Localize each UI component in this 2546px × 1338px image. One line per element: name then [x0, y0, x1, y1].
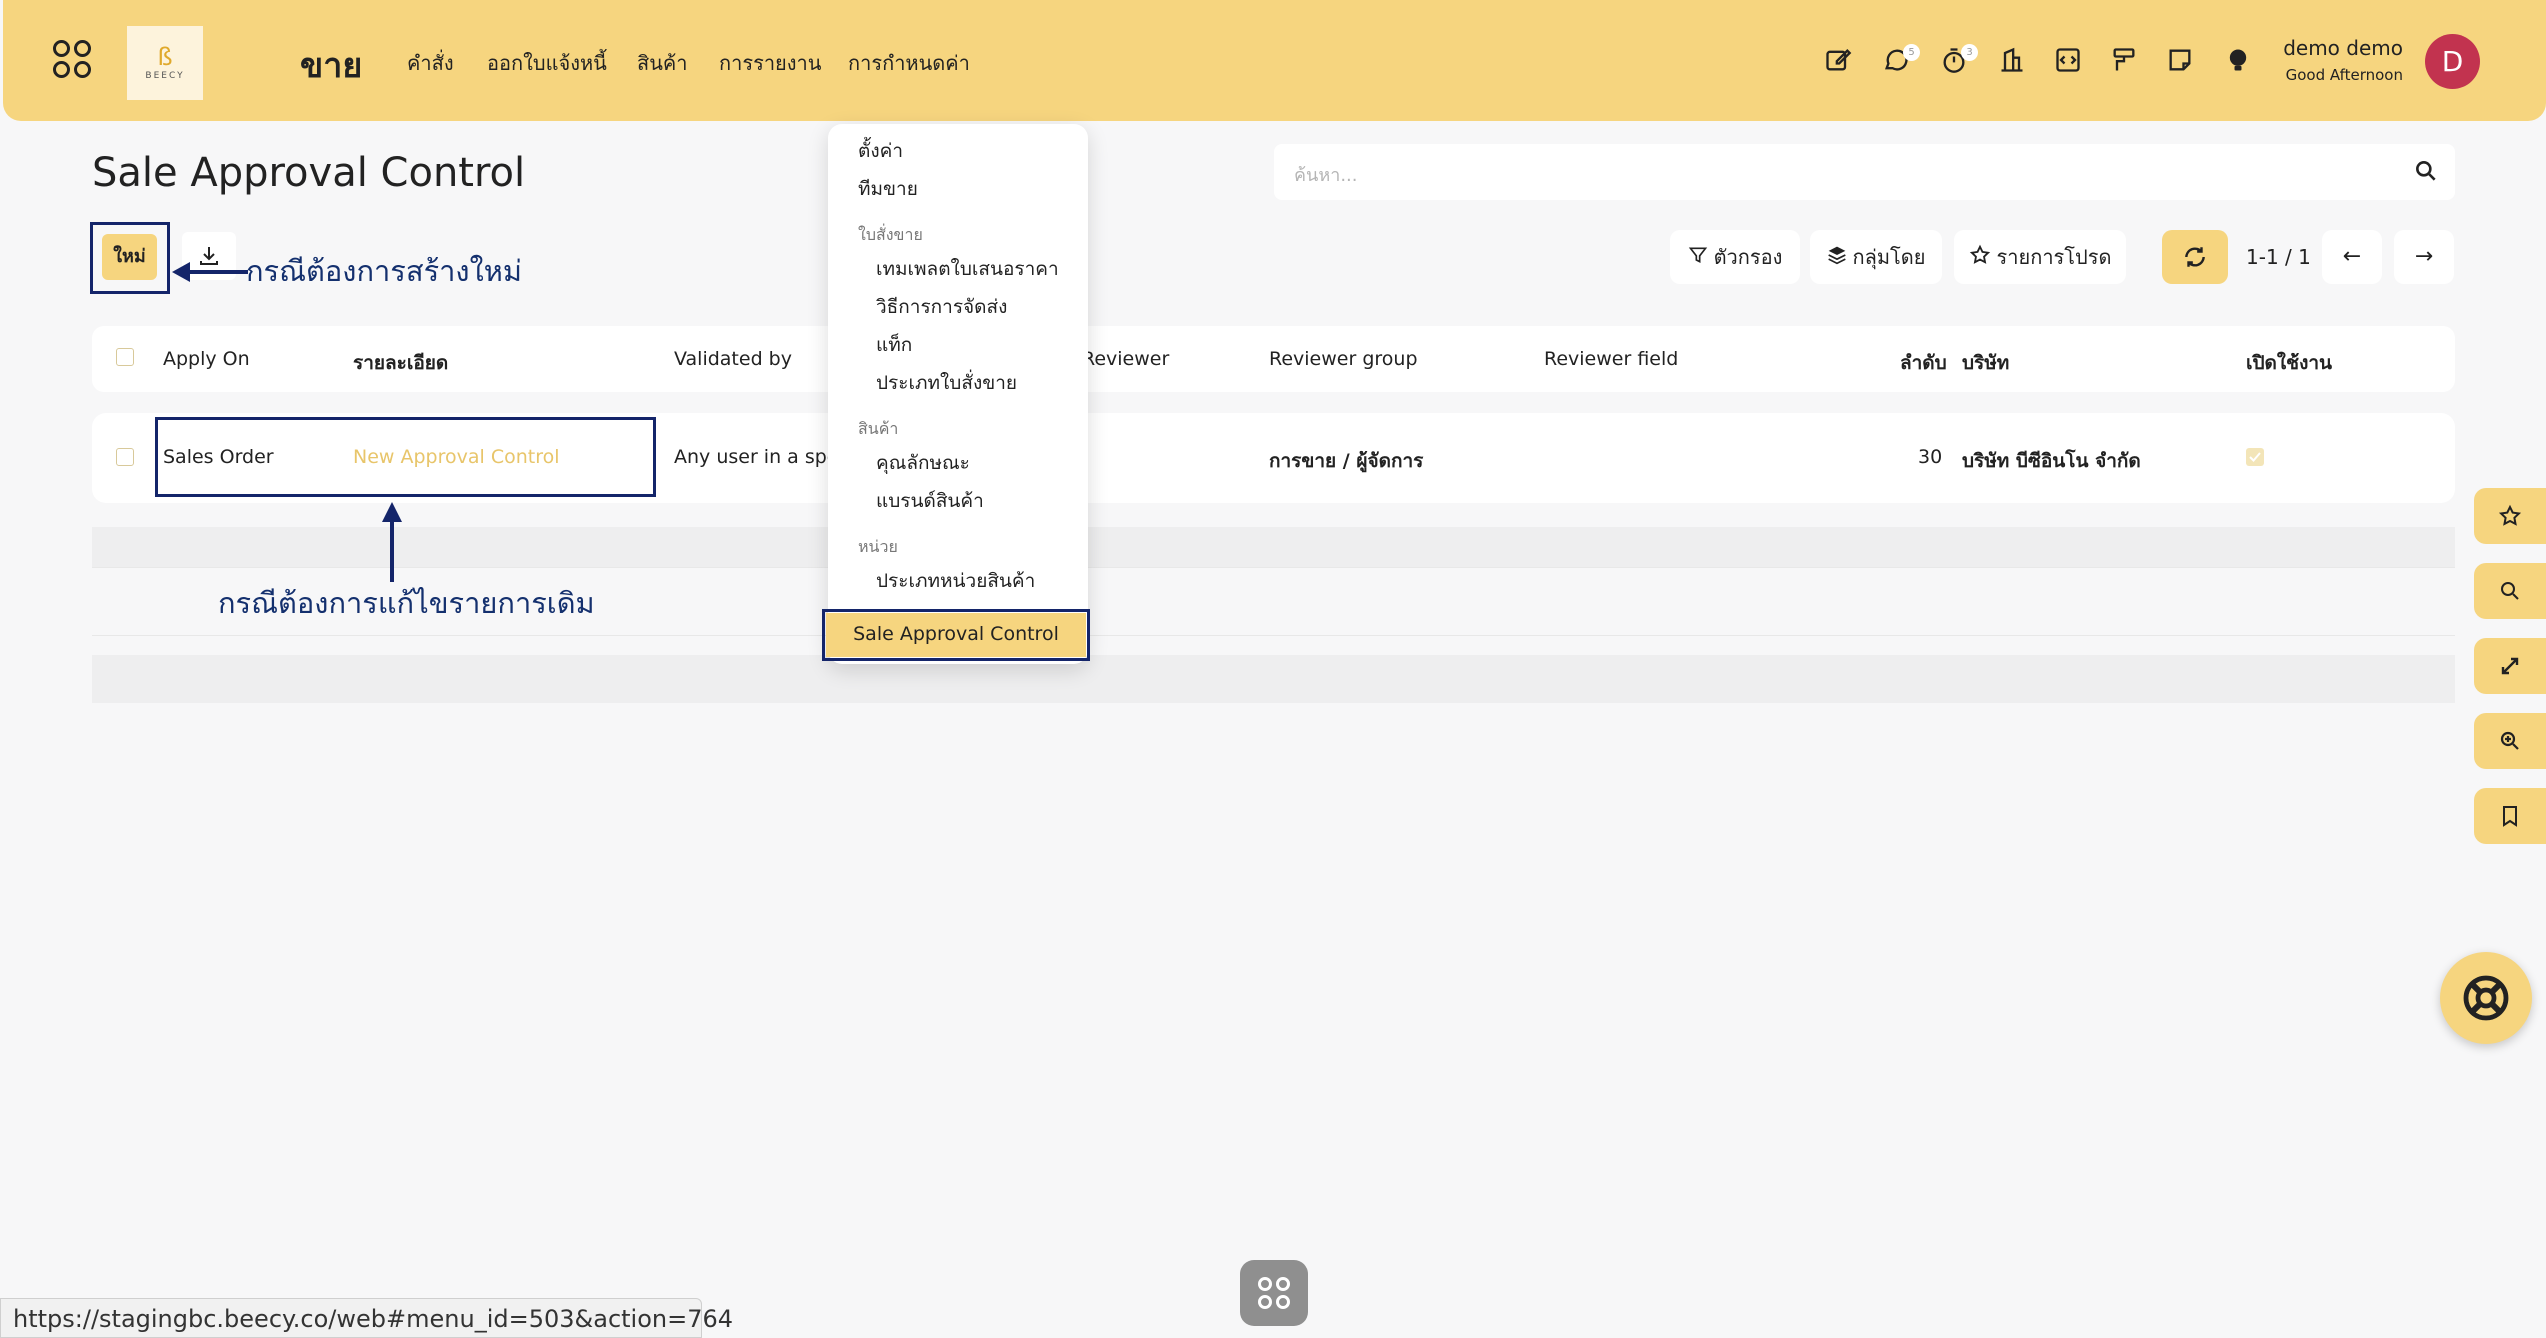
checkmark-icon: [2249, 452, 2261, 462]
pager-value[interactable]: 1-1 / 1: [2246, 245, 2311, 269]
avatar[interactable]: D: [2425, 34, 2480, 89]
empty-row: [92, 527, 2455, 567]
search-icon: [2501, 582, 2519, 600]
table-header: Apply On รายละเอียด Validated by Reviewe…: [92, 326, 2455, 392]
annotation-edit-existing: กรณีต้องการแก้ไขรายการเดิม: [218, 586, 595, 620]
next-page-button[interactable]: →: [2394, 230, 2454, 284]
dropdown-item-uom-categories[interactable]: ประเภทหน่วยสินค้า: [876, 566, 1035, 596]
logo-mark: ß: [157, 43, 173, 71]
zoom-in-icon: [2500, 731, 2519, 750]
search-input[interactable]: ค้นหา...: [1294, 160, 1357, 189]
col-reviewer-field[interactable]: Reviewer field: [1544, 348, 1678, 370]
search-bar[interactable]: ค้นหา...: [1274, 144, 2455, 200]
col-apply-on[interactable]: Apply On: [163, 348, 250, 370]
col-reviewer-group[interactable]: Reviewer group: [1269, 348, 1418, 370]
favorites-button[interactable]: รายการโปรด: [1954, 230, 2126, 284]
search-icon[interactable]: [2413, 158, 2441, 186]
col-company[interactable]: บริษัท: [1962, 348, 2009, 378]
user-name[interactable]: demo demo: [2273, 36, 2403, 60]
company-logo: ß BEECY: [127, 26, 203, 100]
dropdown-highlight-box: [822, 609, 1090, 661]
dropdown-item-tags[interactable]: แท็ก: [876, 330, 912, 360]
row-checkbox[interactable]: [116, 448, 134, 466]
dropdown-item-shipping-methods[interactable]: วิธีการการจัดส่ง: [876, 292, 1007, 322]
previous-page-button[interactable]: ←: [2322, 230, 2382, 284]
row-company[interactable]: บริษัท บีซีอินโน จำกัด: [1962, 446, 2141, 476]
help-button[interactable]: [2440, 952, 2532, 1044]
col-detail[interactable]: รายละเอียด: [353, 348, 448, 378]
side-search-button[interactable]: [2474, 563, 2546, 619]
refresh-icon: [2185, 247, 2205, 267]
filter-label: ตัวกรอง: [1713, 245, 1783, 269]
row-divider: [92, 635, 2455, 636]
annotation-create-new: กรณีต้องการสร้างใหม่: [246, 254, 522, 288]
side-bookmark-button[interactable]: [2474, 788, 2546, 844]
dropdown-item-attributes[interactable]: คุณลักษณะ: [876, 448, 970, 478]
groupby-button[interactable]: กลุ่มโดย: [1810, 230, 1942, 284]
groupby-label: กลุ่มโดย: [1852, 245, 1926, 269]
dropdown-section-units: หน่วย: [858, 537, 898, 556]
dropdown-item-settings[interactable]: ตั้งค่า: [858, 136, 903, 166]
menu-orders[interactable]: คำสั่ง: [407, 47, 454, 79]
side-expand-button[interactable]: [2474, 638, 2546, 694]
favorites-label: รายการโปรด: [1996, 245, 2112, 269]
select-all-checkbox[interactable]: [116, 348, 134, 366]
dropdown-section-sales-orders: ใบสั่งขาย: [858, 225, 923, 244]
bottom-apps-button[interactable]: [1240, 1260, 1308, 1326]
col-validated-by[interactable]: Validated by: [674, 348, 792, 370]
col-sequence[interactable]: ลำดับ: [1900, 348, 1947, 378]
dropdown-item-sale-order-types[interactable]: ประเภทใบสั่งขาย: [876, 368, 1017, 398]
timer-badge: 3: [1961, 44, 1978, 61]
page-title: Sale Approval Control: [92, 150, 526, 196]
empty-row: [92, 655, 2455, 703]
expand-icon: [2501, 657, 2519, 675]
new-button-highlight-box: [90, 222, 170, 294]
building-icon[interactable]: [1997, 46, 2027, 76]
row-sequence[interactable]: 30: [1918, 446, 1942, 468]
refresh-button[interactable]: [2162, 230, 2228, 284]
status-bar-url: https://stagingbc.beecy.co/web#menu_id=5…: [0, 1298, 733, 1338]
lightbulb-icon[interactable]: [2223, 46, 2253, 76]
row-divider: [92, 567, 2455, 568]
code-icon[interactable]: [2053, 46, 2083, 76]
menu-reporting[interactable]: การรายงาน: [719, 47, 821, 79]
col-reviewer[interactable]: Reviewer: [1082, 348, 1169, 370]
menu-configuration[interactable]: การกำหนดค่า: [848, 47, 970, 79]
row-reviewer-group[interactable]: การขาย / ผู้จัดการ: [1269, 446, 1423, 476]
filter-button[interactable]: ตัวกรอง: [1670, 230, 1800, 284]
dropdown-item-sales-teams[interactable]: ทีมขาย: [858, 174, 918, 204]
dropdown-item-product-brands[interactable]: แบรนด์สินค้า: [876, 486, 984, 516]
col-active[interactable]: เปิดใช้งาน: [2246, 348, 2332, 378]
logo-text: BEECY: [145, 71, 185, 81]
paint-roller-icon[interactable]: [2109, 46, 2139, 76]
filter-icon: [1688, 245, 1708, 270]
side-favorite-button[interactable]: [2474, 488, 2546, 544]
row-highlight-box: [155, 417, 656, 497]
top-navbar: ß BEECY ขาย คำสั่ง ออกใบแจ้งหนี้ สินค้า …: [3, 0, 2546, 121]
annotation-arrow-left: [172, 262, 248, 282]
layers-icon: [1827, 245, 1847, 270]
bookmark-icon: [2503, 806, 2517, 827]
configuration-dropdown: ตั้งค่า ทีมขาย ใบสั่งขาย เทมเพลตใบเสนอรา…: [828, 124, 1088, 664]
side-zoom-button[interactable]: [2474, 713, 2546, 769]
annotation-arrow-up: [382, 502, 402, 582]
star-icon: [1969, 244, 1991, 271]
lifebuoy-icon: [2463, 975, 2509, 1021]
sticky-note-icon[interactable]: [2165, 46, 2195, 76]
user-greeting: Good Afternoon: [2285, 66, 2403, 84]
star-icon: [2498, 504, 2522, 526]
edit-note-icon[interactable]: [1823, 46, 1853, 76]
menu-invoicing[interactable]: ออกใบแจ้งหนี้: [487, 47, 607, 79]
apps-menu-icon[interactable]: [53, 40, 91, 80]
dropdown-section-products: สินค้า: [858, 419, 899, 438]
dropdown-item-quotation-templates[interactable]: เทมเพลตใบเสนอราคา: [876, 254, 1059, 284]
row-active-checkbox[interactable]: [2246, 448, 2264, 466]
menu-products[interactable]: สินค้า: [637, 47, 688, 79]
app-title[interactable]: ขาย: [300, 38, 362, 92]
chat-badge: 5: [1903, 44, 1920, 61]
